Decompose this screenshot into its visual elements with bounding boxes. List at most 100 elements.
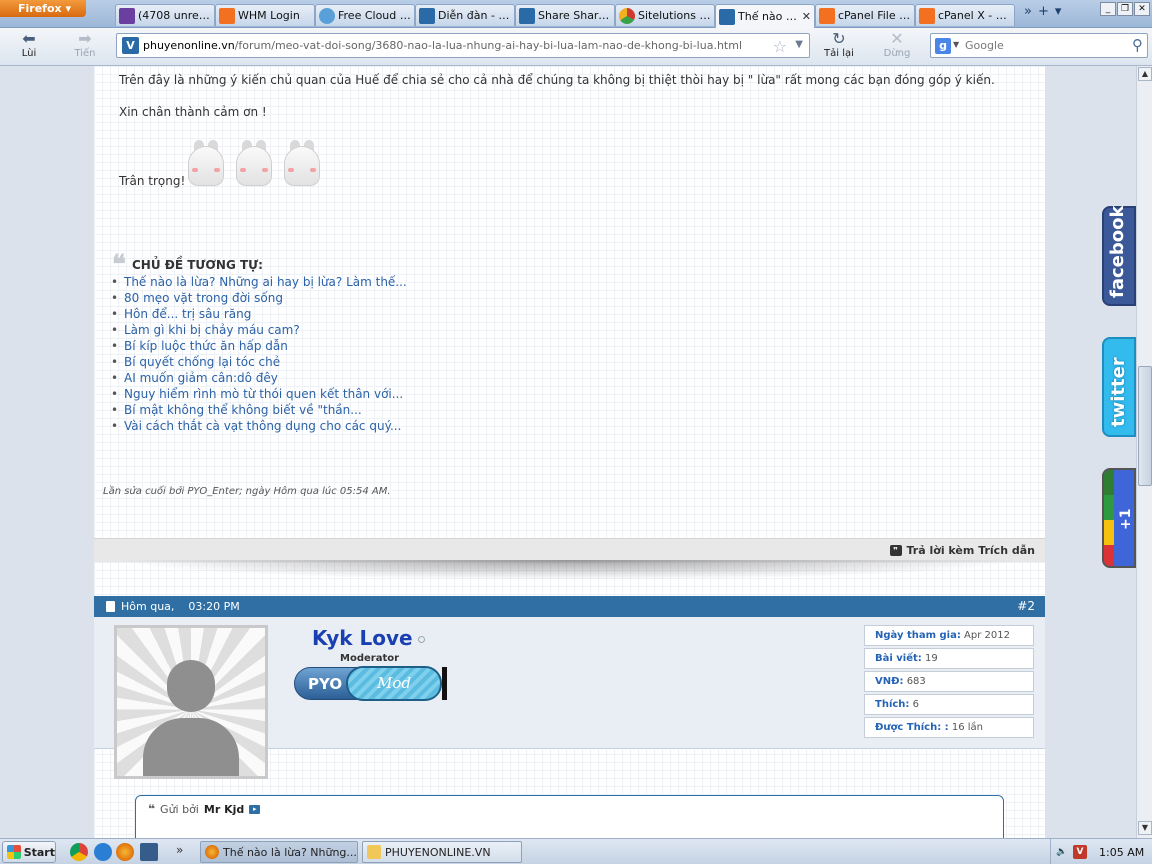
stat-join-date: Ngày tham gia: Apr 2012: [864, 625, 1034, 646]
start-button[interactable]: Start: [2, 841, 56, 863]
quote-box: ❝ Gửi bởi Mr Kjd ▸: [135, 795, 1004, 838]
reload-button[interactable]: ↻ Tải lại: [816, 30, 862, 60]
related-threads-heading: ❝ CHỦ ĐỀ TƯƠNG TỰ:: [112, 250, 263, 280]
back-button[interactable]: ⬅ Lùi: [6, 30, 52, 60]
quote-author: ❝ Gửi bởi Mr Kjd ▸: [148, 802, 261, 816]
close-icon[interactable]: ✕: [802, 10, 811, 23]
related-title-text: CHỦ ĐỀ TƯƠNG TỰ:: [132, 258, 263, 272]
firefox-menu-button[interactable]: Firefox ▾: [0, 0, 86, 17]
post-number-link[interactable]: #2: [1017, 599, 1035, 613]
tab-sitelutions[interactable]: Sitelutions - ...: [615, 4, 715, 26]
gplus-stripe: [1104, 495, 1114, 520]
view-post-icon[interactable]: ▸: [249, 804, 261, 814]
windows-taskbar: Start » Thế nào là lừa? Những... PHUYENO…: [0, 838, 1152, 864]
related-thread-link[interactable]: Bí kíp luộc thức ăn hấp dẫn: [111, 338, 407, 354]
post-signoff: Trân trọng!: [119, 174, 186, 188]
related-thread-link[interactable]: Làm gì khi bị chảy máu cam?: [111, 322, 407, 338]
chevron-down-icon[interactable]: ▼: [953, 40, 959, 49]
tab-share-share[interactable]: Share Share ...: [515, 4, 615, 26]
bookmark-star-icon[interactable]: ☆: [773, 37, 787, 56]
yahoo-mail-icon: [119, 7, 135, 24]
rank-badge: PYO Mod: [294, 666, 447, 701]
volume-icon[interactable]: 🔈: [1055, 845, 1069, 859]
sitelutions-icon: [619, 7, 635, 24]
tab-yahoo-mail[interactable]: (4708 unread) ...: [115, 4, 215, 26]
task-label: Thế nào là lừa? Những...: [223, 845, 357, 859]
gplus-stripe: [1104, 545, 1114, 566]
sent-by-user: Mr Kjd: [203, 802, 245, 816]
list-all-tabs-icon[interactable]: ▾: [1055, 4, 1062, 19]
google-icon: g: [935, 38, 951, 54]
task-label: PHUYENONLINE.VN: [385, 845, 491, 859]
related-thread-link[interactable]: Bí mật không thể không biết về "thần...: [111, 402, 407, 418]
search-icon[interactable]: ⚲: [1132, 36, 1143, 54]
search-input[interactable]: g ▼ Google ⚲: [930, 33, 1148, 58]
minimize-icon[interactable]: _: [1100, 2, 1116, 16]
related-thread-link[interactable]: Vài cách thắt cà vạt thông dụng cho các …: [111, 418, 407, 434]
tab-dien-dan[interactable]: Diễn đàn - C...: [415, 4, 515, 26]
back-label: Lùi: [21, 48, 37, 59]
related-thread-link[interactable]: 80 mẹo vặt trong đời sống: [111, 290, 407, 306]
related-thread-link[interactable]: Thế nào là lừa? Những ai hay bị lừa? Làm…: [111, 274, 407, 290]
username-link[interactable]: Kyk Love: [312, 626, 425, 650]
taskbar-task-firefox[interactable]: Thế nào là lừa? Những...: [200, 841, 358, 863]
avatar[interactable]: [114, 625, 268, 779]
internet-explorer-icon[interactable]: [94, 843, 112, 861]
username-text: Kyk Love: [312, 626, 413, 650]
twitter-share-tab[interactable]: twitter: [1102, 337, 1136, 437]
new-tab-icon[interactable]: +: [1038, 4, 1049, 19]
tab-scroll-controls: » + ▾: [1024, 4, 1061, 19]
stat-value: 6: [912, 699, 919, 710]
scrollbar-thumb[interactable]: [1138, 366, 1152, 486]
related-thread-link[interactable]: Bí quyết chống lại tóc chẻ: [111, 354, 407, 370]
taskbar-task-folder[interactable]: PHUYENONLINE.VN: [362, 841, 522, 863]
gplus-stripe: [1104, 520, 1114, 545]
tab-label: Share Share ...: [538, 9, 611, 22]
reply-with-quote-button[interactable]: ❞ Trả lời kèm Trích dẫn: [889, 544, 1035, 557]
close-window-icon[interactable]: ✕: [1134, 2, 1150, 16]
tab-label: Diễn đàn - C...: [438, 9, 511, 22]
stop-button[interactable]: ✕ Dừng: [874, 30, 920, 60]
google-plus-one-tab[interactable]: +1: [1102, 468, 1136, 568]
chrome-icon[interactable]: [70, 843, 88, 861]
last-edit-note: Lần sửa cuối bởi PYO_Enter; ngày Hôm qua…: [103, 486, 391, 497]
scroll-down-icon[interactable]: ▼: [1138, 821, 1152, 835]
rank-badge-right: Mod: [346, 666, 442, 701]
chevron-down-icon[interactable]: ▼: [795, 39, 803, 50]
forward-button[interactable]: ➡ Tiến: [62, 30, 108, 60]
tab-cpanel-x[interactable]: cPanel X - Fil...: [915, 4, 1015, 26]
user-info-box: Kyk Love Moderator PYO Mod Ngày tham gia…: [94, 617, 1045, 779]
stat-label: Ngày tham gia:: [875, 630, 961, 641]
clock[interactable]: 1:05 AM: [1099, 846, 1144, 859]
stat-value: 683: [906, 676, 926, 687]
tab-free-cloud[interactable]: Free Cloud S...: [315, 4, 415, 26]
facebook-share-tab[interactable]: facebook: [1102, 206, 1136, 306]
tab-cpanel-file-manager[interactable]: cPanel File M...: [815, 4, 915, 26]
tab-the-nao-la-lua[interactable]: Thế nào l... ✕: [715, 4, 815, 28]
related-thread-link[interactable]: Nguy hiểm rình mò từ thói quen kết thân …: [111, 386, 407, 402]
stat-value: 16 lần: [951, 722, 984, 733]
tab-whm-login[interactable]: WHM Login: [215, 4, 315, 26]
quick-launch-more-icon[interactable]: »: [176, 843, 183, 857]
show-desktop-icon[interactable]: [140, 843, 158, 861]
scroll-tabs-right-icon[interactable]: »: [1024, 4, 1032, 19]
url-path: /forum/meo-vat-doi-song/3680-nao-la-lua-…: [234, 39, 742, 52]
tab-label: cPanel File M...: [838, 9, 911, 22]
antivirus-icon[interactable]: V: [1073, 845, 1087, 859]
scroll-up-icon[interactable]: ▲: [1138, 67, 1152, 81]
forum-post-area: Trên đây là những ý kiến chủ quan của Hu…: [94, 66, 1045, 838]
restore-icon[interactable]: ❐: [1117, 2, 1133, 16]
site-favicon-icon: V: [122, 37, 139, 54]
quote-mark-icon: ❝: [112, 250, 126, 280]
cloud-icon: [319, 7, 335, 24]
firefox-icon[interactable]: [116, 843, 134, 861]
address-bar[interactable]: V phuyenonline.vn/forum/meo-vat-doi-song…: [116, 33, 810, 58]
stat-label: VNĐ:: [875, 676, 904, 687]
tab-label: WHM Login: [238, 9, 300, 22]
stat-value: 19: [924, 653, 938, 664]
related-thread-link[interactable]: Hôn để... trị sâu răng: [111, 306, 407, 322]
stat-label: Bài viết:: [875, 653, 922, 664]
vertical-scrollbar[interactable]: ▲ ▼: [1136, 66, 1152, 838]
related-thread-link[interactable]: AI muốn giảm cân:dô đêy: [111, 370, 407, 386]
window-controls: _ ❐ ✕: [1100, 2, 1150, 16]
